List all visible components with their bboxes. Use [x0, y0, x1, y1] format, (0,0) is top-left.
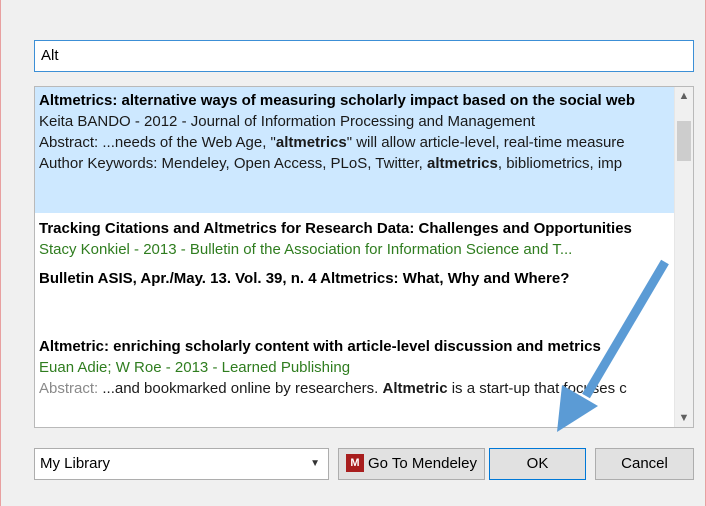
results-items: Altmetrics: alternative ways of measurin…	[35, 87, 675, 427]
search-input-value: Alt	[41, 47, 59, 64]
result-meta: Euan Adie; W Roe - 2013 - Learned Publis…	[39, 359, 351, 376]
scrollbar-thumb[interactable]	[677, 121, 691, 161]
results-list[interactable]: Altmetrics: alternative ways of measurin…	[34, 86, 694, 428]
go-to-mendeley-button[interactable]: M Go To Mendeley	[338, 448, 485, 480]
keywords-text: Author Keywords: Mendeley, Open Access, …	[39, 155, 427, 172]
ok-button[interactable]: OK	[489, 448, 586, 480]
vertical-scrollbar[interactable]: ▲ ▼	[674, 87, 693, 427]
chevron-down-icon: ▼	[310, 458, 320, 469]
abstract-text: ...and bookmarked online by researchers.	[102, 380, 383, 397]
abstract-label: Abstract:	[39, 380, 103, 397]
scroll-up-icon[interactable]: ▲	[675, 87, 693, 105]
dialog-window: Alt Altmetrics: alternative ways of meas…	[0, 0, 706, 506]
library-selected-value: My Library	[40, 455, 111, 472]
scroll-down-icon[interactable]: ▼	[675, 409, 693, 427]
abstract-highlight: altmetrics	[275, 134, 347, 151]
result-title: Bulletin ASIS, Apr./May. 13. Vol. 39, n.…	[39, 270, 570, 287]
result-keywords: Author Keywords: Mendeley, Open Access, …	[39, 153, 671, 174]
cancel-button[interactable]: Cancel	[595, 448, 694, 480]
library-select[interactable]: My Library ▼	[34, 448, 329, 480]
list-item[interactable]: Altmetric: enriching scholarly content w…	[35, 333, 675, 402]
result-abstract: Abstract: ...and bookmarked online by re…	[39, 378, 671, 399]
keywords-text-rest: , bibliometrics, imp	[497, 155, 623, 172]
list-item-selected[interactable]: Altmetrics: alternative ways of measurin…	[35, 87, 675, 213]
result-abstract: Abstract: ...needs of the Web Age, "altm…	[39, 132, 671, 153]
cancel-label: Cancel	[621, 455, 668, 472]
search-input[interactable]: Alt	[34, 40, 694, 72]
abstract-text: Abstract: ...needs of the Web Age, "	[39, 134, 276, 151]
result-meta: Stacy Konkiel - 2013 - Bulletin of the A…	[39, 241, 573, 258]
result-title: Altmetric: enriching scholarly content w…	[39, 338, 601, 355]
list-item[interactable]: Bulletin ASIS, Apr./May. 13. Vol. 39, n.…	[35, 265, 675, 327]
abstract-text-rest: is a start-up that focuses c	[447, 380, 627, 397]
list-item[interactable]: Tracking Citations and Altmetrics for Re…	[35, 215, 675, 263]
result-title: Tracking Citations and Altmetrics for Re…	[39, 220, 632, 237]
result-title: Altmetrics: alternative ways of measurin…	[39, 92, 636, 109]
abstract-text-rest: " will allow article-level, real-time me…	[346, 134, 625, 151]
abstract-highlight: Altmetric	[382, 380, 448, 397]
go-to-mendeley-label: Go To Mendeley	[368, 455, 477, 472]
ok-label: OK	[526, 455, 549, 472]
mendeley-logo-icon: M	[346, 453, 365, 472]
result-meta: Keita BANDO - 2012 - Journal of Informat…	[39, 113, 536, 130]
keywords-highlight: altmetrics	[426, 155, 498, 172]
